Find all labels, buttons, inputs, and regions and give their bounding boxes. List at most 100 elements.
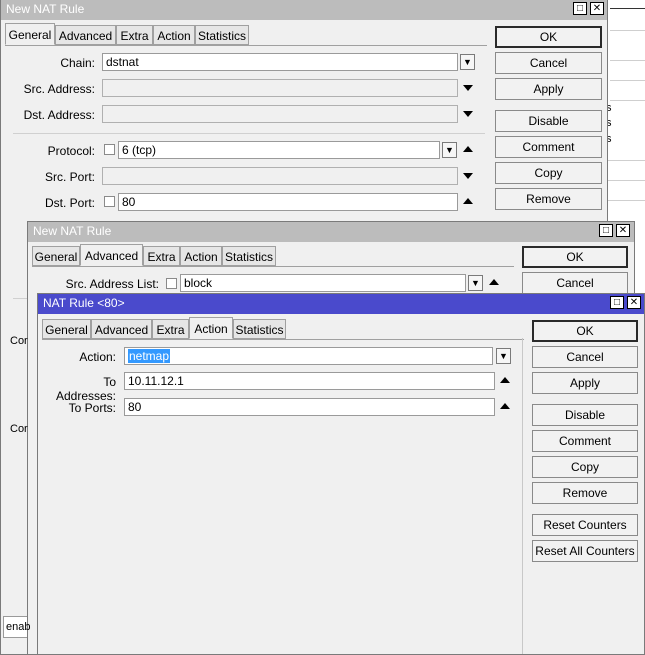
dst-port-negate-checkbox[interactable] [104, 196, 115, 207]
dst-address-label: Dst. Address: [23, 108, 95, 122]
reset-all-counters-button[interactable]: Reset All Counters [532, 540, 638, 562]
apply-button[interactable]: Apply [495, 78, 602, 100]
action-value: netmap [128, 349, 171, 363]
copy-button[interactable]: Copy [495, 162, 602, 184]
background-divider [610, 80, 645, 81]
src-port-label: Src. Port: [44, 170, 95, 184]
src-address-label: Src. Address: [23, 82, 95, 96]
window-title: New NAT Rule [6, 2, 85, 16]
close-icon[interactable]: ✕ [590, 2, 604, 15]
dst-port-value: 80 [122, 195, 136, 209]
close-icon[interactable]: ✕ [627, 296, 641, 309]
protocol-negate-checkbox[interactable] [104, 144, 115, 155]
ok-button[interactable]: OK [532, 320, 638, 342]
tab-divider [32, 266, 514, 267]
background-divider [610, 60, 645, 61]
action-dropdown-button[interactable]: ▼ [496, 348, 511, 364]
cancel-button[interactable]: Cancel [495, 52, 602, 74]
close-icon[interactable]: ✕ [616, 224, 630, 237]
to-ports-collapse-icon[interactable] [500, 403, 510, 409]
cancel-button[interactable]: Cancel [532, 346, 638, 368]
maximize-icon[interactable]: □ [599, 224, 613, 237]
background-text: Cor [10, 335, 28, 347]
dst-port-label: Dst. Port: [44, 196, 95, 210]
chain-dropdown-button[interactable]: ▼ [460, 54, 475, 70]
src-address-field[interactable] [102, 79, 458, 97]
src-port-field[interactable] [102, 167, 458, 185]
chain-label: Chain: [60, 56, 95, 70]
tab-general[interactable]: General [32, 246, 80, 266]
tab-action[interactable]: Action [153, 25, 195, 45]
chain-value: dstnat [106, 55, 139, 69]
tab-general[interactable]: General [42, 319, 91, 339]
tab-bar: General Advanced Extra Action Statistics [42, 317, 522, 339]
src-address-expand-icon[interactable] [463, 85, 473, 91]
to-addresses-label: To Addresses: [55, 375, 116, 403]
src-address-list-negate-checkbox[interactable] [166, 278, 177, 289]
maximize-icon[interactable]: □ [610, 296, 624, 309]
protocol-value: 6 (tcp) [122, 143, 157, 157]
to-ports-field[interactable]: 80 [124, 398, 495, 416]
to-ports-value: 80 [128, 400, 142, 414]
tab-general[interactable]: General [5, 23, 55, 45]
maximize-icon[interactable]: □ [573, 2, 587, 15]
remove-button[interactable]: Remove [532, 482, 638, 504]
background-divider [604, 200, 645, 201]
apply-button[interactable]: Apply [532, 372, 638, 394]
tab-advanced[interactable]: Advanced [91, 319, 152, 339]
section-separator [13, 133, 485, 134]
background-divider [610, 100, 645, 101]
window-titlebar[interactable]: New NAT Rule □ ✕ [1, 0, 607, 20]
window-titlebar[interactable]: NAT Rule <80> □ ✕ [38, 294, 644, 314]
action-label: Action: [79, 350, 116, 364]
nat-rule-window: NAT Rule <80> □ ✕ General Advanced Extra… [37, 293, 645, 655]
tab-action[interactable]: Action [189, 317, 233, 339]
vertical-divider [522, 338, 523, 654]
tab-extra[interactable]: Extra [143, 246, 180, 266]
to-addresses-collapse-icon[interactable] [500, 377, 510, 383]
src-address-list-label: Src. Address List: [65, 277, 159, 291]
tab-statistics[interactable]: Statistics [233, 319, 286, 339]
src-address-list-value: block [184, 276, 213, 290]
protocol-dropdown-button[interactable]: ▼ [442, 142, 457, 158]
ok-button[interactable]: OK [522, 246, 628, 268]
window-title: NAT Rule <80> [43, 296, 125, 310]
src-address-list-field[interactable]: block [180, 274, 466, 292]
tab-extra[interactable]: Extra [116, 25, 153, 45]
to-addresses-field[interactable]: 10.11.12.1 [124, 372, 495, 390]
src-address-list-collapse-icon[interactable] [489, 279, 499, 285]
comment-button[interactable]: Comment [532, 430, 638, 452]
action-field[interactable]: netmap [124, 347, 493, 365]
src-address-list-dropdown-button[interactable]: ▼ [468, 275, 483, 291]
reset-counters-button[interactable]: Reset Counters [532, 514, 638, 536]
cancel-button[interactable]: Cancel [522, 272, 628, 294]
src-port-expand-icon[interactable] [463, 173, 473, 179]
dst-port-field[interactable]: 80 [118, 193, 458, 211]
background-divider [610, 8, 645, 9]
background-divider [604, 180, 645, 181]
window-titlebar[interactable]: New NAT Rule □ ✕ [28, 222, 634, 242]
protocol-label: Protocol: [47, 144, 95, 158]
disable-button[interactable]: Disable [495, 110, 602, 132]
tab-bar: General Advanced Extra Action Statistics [5, 23, 485, 45]
protocol-field[interactable]: 6 (tcp) [118, 141, 440, 159]
tab-statistics[interactable]: Statistics [222, 246, 276, 266]
tab-advanced[interactable]: Advanced [55, 25, 116, 45]
tab-action[interactable]: Action [180, 246, 222, 266]
ok-button[interactable]: OK [495, 26, 602, 48]
protocol-collapse-icon[interactable] [463, 146, 473, 152]
disable-button[interactable]: Disable [532, 404, 638, 426]
tab-statistics[interactable]: Statistics [195, 25, 249, 45]
tab-advanced[interactable]: Advanced [80, 244, 143, 266]
tab-extra[interactable]: Extra [152, 319, 189, 339]
background-text: enab [6, 621, 31, 633]
comment-button[interactable]: Comment [495, 136, 602, 158]
dst-address-field[interactable] [102, 105, 458, 123]
tab-divider [5, 45, 487, 46]
copy-button[interactable]: Copy [532, 456, 638, 478]
dst-port-collapse-icon[interactable] [463, 198, 473, 204]
chain-field[interactable]: dstnat [102, 53, 458, 71]
remove-button[interactable]: Remove [495, 188, 602, 210]
dst-address-expand-icon[interactable] [463, 111, 473, 117]
background-text: Cor [10, 423, 28, 435]
